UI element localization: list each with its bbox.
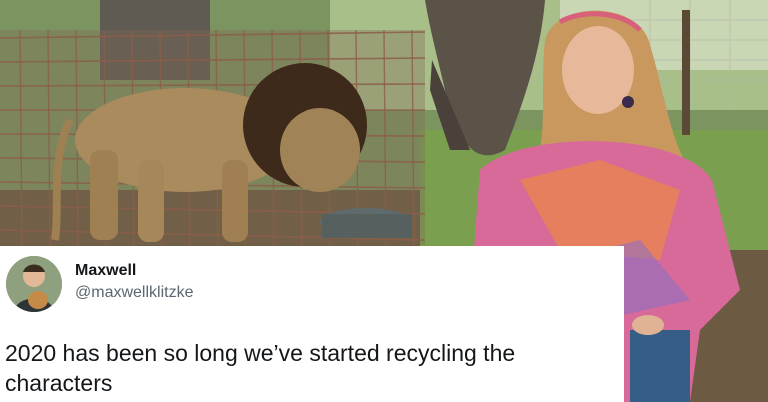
avatar[interactable] (6, 256, 62, 312)
tweet-display-name[interactable]: Maxwell (75, 262, 136, 280)
tweet-handle[interactable]: @maxwellklitzke (75, 284, 193, 302)
tweet-text: 2020 has been so long we’ve started recy… (5, 340, 516, 396)
